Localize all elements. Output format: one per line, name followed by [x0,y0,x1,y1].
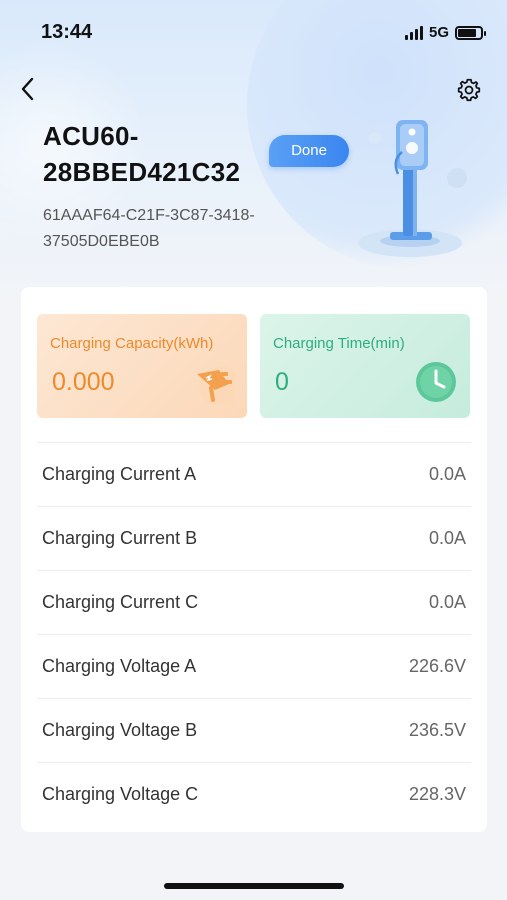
charging-time-tile: Charging Time(min) 0 [260,314,470,418]
measurement-label: Charging Current A [42,464,197,484]
charging-capacity-value: 0.000 [52,368,115,396]
list-item: Charging Voltage C 228.3V [37,762,471,826]
measurement-label: Charging Voltage A [42,656,197,676]
gear-icon [457,78,481,102]
measurement-value: 0.0A [428,592,466,612]
charging-time-value: 0 [275,368,289,396]
charging-time-label: Charging Time(min) [273,335,405,352]
list-item: Charging Voltage A 226.6V [37,634,471,698]
measurement-value: 0.0A [428,528,466,548]
measurement-value: 0.0A [428,464,466,484]
list-item: Charging Voltage B 236.5V [37,698,471,762]
list-item: Charging Current B 0.0A [37,506,471,570]
measurement-label: Charging Voltage B [42,720,198,740]
chevron-left-icon [21,77,34,101]
ev-charger-icon [358,120,467,257]
measurement-list: Charging Current A 0.0A Charging Current… [37,442,471,826]
status-time: 13:44 [41,21,93,43]
list-item: Charging Current A 0.0A [37,442,471,506]
status-badge: Done [269,135,349,167]
clock-icon [416,362,456,402]
measurement-value: 236.5V [408,720,466,740]
battery-icon [455,25,486,40]
charging-plug-icon [197,366,235,404]
network-type: 5G [428,24,449,41]
status-bar: 13:44 5G [0,0,507,64]
home-indicator[interactable] [164,883,344,889]
back-button[interactable] [16,76,42,102]
measurement-value: 226.6V [408,656,466,676]
measurement-label: Charging Current C [42,592,199,612]
list-item: Charging Current C 0.0A [37,570,471,634]
measurement-label: Charging Voltage C [42,784,199,804]
device-uuid: 61AAAF64-C21F-3C87-3418-37505D0EBE0B [43,207,255,250]
charging-stats-card: Charging Capacity(kWh) 0.000 Charging Ti… [21,287,487,832]
device-name: ACU60-28BBED421C32 [43,121,241,187]
settings-button[interactable] [456,77,482,103]
signal-icon [404,25,423,40]
charging-capacity-tile: Charging Capacity(kWh) 0.000 [37,314,247,418]
measurement-value: 228.3V [408,784,466,804]
measurement-label: Charging Current B [42,528,198,548]
charging-capacity-label: Charging Capacity(kWh) [50,335,214,352]
